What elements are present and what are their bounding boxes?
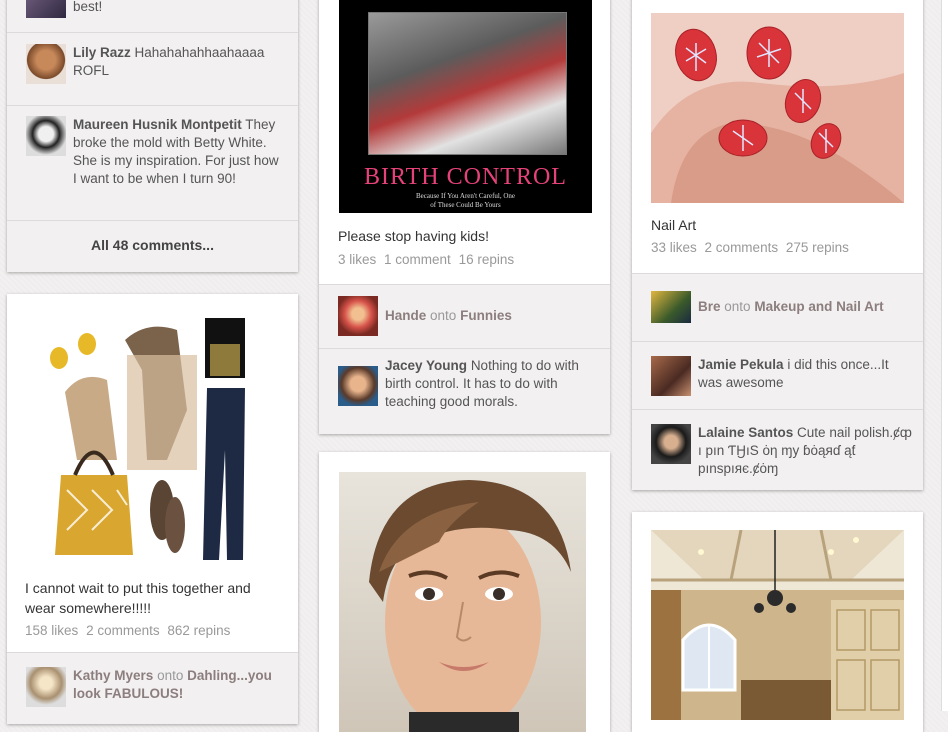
pin-image[interactable]: [339, 472, 586, 732]
comment: Maureen Husnik Montpetit They broke the …: [7, 105, 298, 220]
comment-text: best!: [73, 0, 103, 14]
repin-attribution: Kathy Myers onto Dahling...you look FABU…: [7, 652, 298, 724]
all-comments-row: All 48 comments...: [7, 220, 298, 272]
avatar[interactable]: [338, 296, 378, 336]
repin-username[interactable]: Hande: [385, 308, 426, 323]
pin-image[interactable]: [651, 13, 904, 203]
comment-top: best!: [7, 0, 298, 32]
pin-card-portrait: [319, 452, 610, 732]
repin-attribution: Hande onto Funnies: [319, 284, 610, 349]
board-link[interactable]: Makeup and Nail Art: [754, 299, 883, 314]
repin-username[interactable]: Bre: [698, 299, 721, 314]
avatar[interactable]: [26, 667, 66, 707]
right-edge-panel: [941, 0, 948, 711]
avatar[interactable]: [651, 291, 691, 323]
repin-username[interactable]: Kathy Myers: [73, 668, 153, 683]
comment-username[interactable]: Maureen Husnik Montpetit: [73, 117, 242, 132]
comment: Lily Razz Hahahahahhaahaaaa ROFL: [7, 32, 298, 95]
avatar[interactable]: [651, 424, 691, 464]
comment-username[interactable]: Jacey Young: [385, 358, 467, 373]
avatar[interactable]: [26, 44, 66, 84]
repins-count[interactable]: 862 repins: [167, 623, 230, 638]
poster-title: BIRTH CONTROL: [364, 164, 567, 190]
comments-count[interactable]: 1 comment: [384, 252, 451, 267]
avatar[interactable]: [651, 356, 691, 396]
pin-image[interactable]: BIRTH CONTROL Because If You Aren't Care…: [339, 0, 592, 213]
likes-count[interactable]: 3 likes: [338, 252, 376, 267]
comment: Lalaine Santos Cute nail polish.ȼȹ ı pın…: [632, 409, 923, 490]
likes-count[interactable]: 158 likes: [25, 623, 78, 638]
comment-username[interactable]: Lalaine Santos: [698, 425, 793, 440]
pin-stats: 33 likes 2 comments 275 repins: [651, 240, 853, 255]
repins-count[interactable]: 275 repins: [786, 240, 849, 255]
comment-username[interactable]: Lily Razz: [73, 45, 131, 60]
pin-description: I cannot wait to put this together and w…: [25, 580, 251, 616]
pin-description: Nail Art: [651, 217, 697, 233]
comments-count[interactable]: 2 comments: [705, 240, 779, 255]
board-link[interactable]: Funnies: [460, 308, 512, 323]
repins-count[interactable]: 16 repins: [459, 252, 515, 267]
pin-image[interactable]: [651, 530, 904, 720]
pin-stats: 158 likes 2 comments 862 repins: [25, 623, 234, 638]
likes-count[interactable]: 33 likes: [651, 240, 697, 255]
pin-description: Please stop having kids!: [338, 228, 489, 244]
comments-count[interactable]: 2 comments: [86, 623, 160, 638]
comment-username[interactable]: Jamie Pekula: [698, 357, 784, 372]
avatar[interactable]: [26, 116, 66, 156]
pin-card-outfit: I cannot wait to put this together and w…: [7, 294, 298, 724]
pin-image[interactable]: [47, 310, 257, 567]
poster-photo: [368, 12, 567, 155]
repin-attribution: Bre onto Makeup and Nail Art: [632, 273, 923, 342]
pin-stats: 3 likes 1 comment 16 repins: [338, 252, 518, 267]
comment: Jacey Young Nothing to do with birth con…: [319, 348, 610, 434]
avatar[interactable]: [338, 366, 378, 406]
all-comments-link[interactable]: All 48 comments...: [7, 237, 298, 253]
poster-caption: Because If You Aren't Careful, One of Th…: [415, 192, 516, 209]
pin-card-birth-control: BIRTH CONTROL Because If You Aren't Care…: [319, 0, 610, 434]
pin-card-nail-art: Nail Art 33 likes 2 comments 275 repins …: [632, 0, 923, 490]
pin-card-comments: best! Lily Razz Hahahahahhaahaaaa ROFL M…: [7, 0, 298, 272]
avatar[interactable]: [26, 0, 66, 18]
comment: Jamie Pekula i did this once...It was aw…: [632, 341, 923, 410]
pin-card-interior: [632, 512, 923, 732]
